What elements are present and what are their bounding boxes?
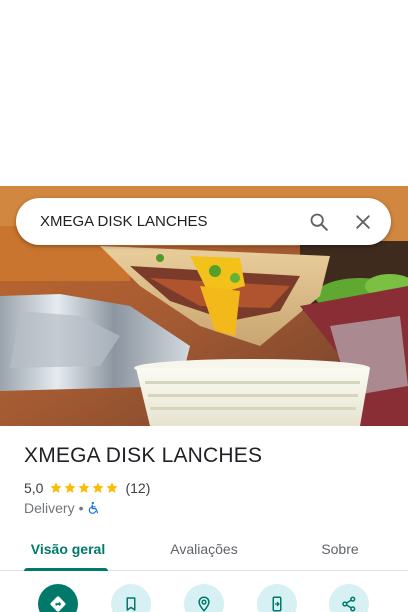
star-icon [64, 482, 77, 493]
share-button[interactable] [329, 584, 369, 612]
rating-value: 5,0 [24, 480, 44, 496]
search-button[interactable] [297, 200, 341, 244]
search-query[interactable]: XMEGA DISK LANCHES [40, 213, 297, 230]
close-icon [356, 214, 370, 229]
place-meta: Delivery • [24, 499, 101, 517]
tab-about[interactable]: Sobre [272, 528, 408, 570]
search-bar[interactable]: XMEGA DISK LANCHES [16, 198, 391, 245]
save-button[interactable] [111, 584, 151, 612]
place-category: Delivery [24, 500, 75, 516]
star-icon [50, 482, 63, 493]
tab-overview[interactable]: Visão geral [0, 528, 136, 571]
close-button[interactable] [341, 200, 385, 244]
rating-summary[interactable]: 5,0 (12) [24, 479, 150, 497]
star-icon [106, 482, 119, 493]
review-count[interactable]: (12) [125, 480, 150, 496]
directions-button[interactable] [38, 584, 78, 612]
bookmark-icon [126, 597, 136, 611]
wheelchair-accessible-icon[interactable] [87, 501, 101, 515]
meta-separator: • [78, 500, 84, 516]
place-tabs: Visão geral Avaliações Sobre [0, 528, 408, 571]
rating-stars [49, 481, 119, 495]
place-title: XMEGA DISK LANCHES [24, 444, 263, 467]
star-icon [78, 482, 91, 493]
star-icon [92, 482, 105, 493]
action-buttons [0, 584, 408, 612]
nearby-icon [198, 596, 210, 612]
tab-reviews[interactable]: Avaliações [136, 528, 272, 570]
send-to-phone-button[interactable] [257, 584, 297, 612]
nearby-button[interactable] [184, 584, 224, 612]
directions-icon [50, 596, 66, 612]
share-icon [342, 596, 356, 612]
send-to-phone-icon [272, 596, 282, 612]
search-icon [310, 213, 328, 231]
